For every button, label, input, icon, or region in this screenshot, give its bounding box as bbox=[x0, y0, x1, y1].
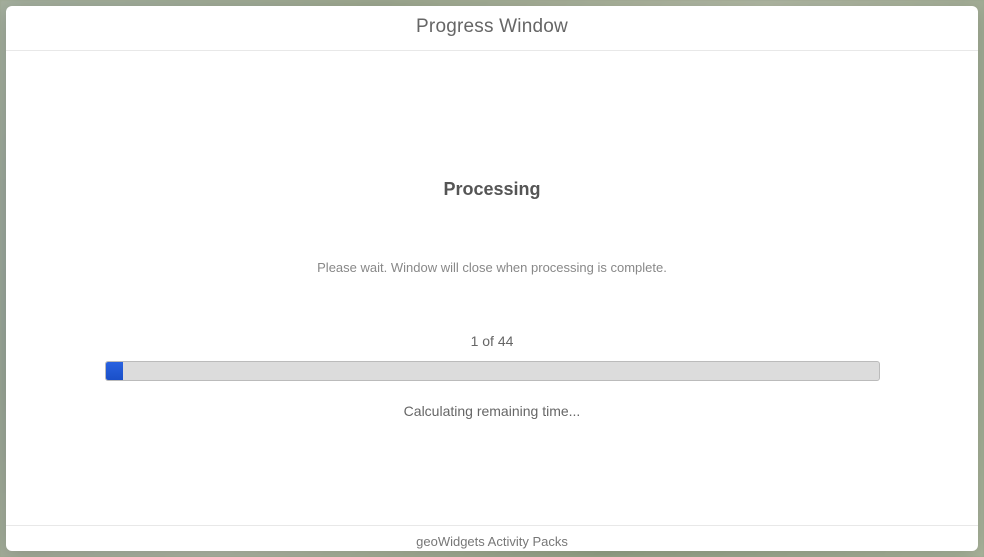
window-title: Progress Window bbox=[6, 16, 978, 38]
processing-heading: Processing bbox=[443, 179, 540, 200]
time-remaining: Calculating remaining time... bbox=[404, 403, 581, 419]
progress-bar-fill bbox=[106, 362, 124, 380]
modal-overlay: Progress Window Processing Please wait. … bbox=[0, 0, 984, 557]
progress-count: 1 of 44 bbox=[471, 333, 514, 349]
progress-window: Progress Window Processing Please wait. … bbox=[6, 6, 978, 551]
wait-message: Please wait. Window will close when proc… bbox=[317, 260, 667, 275]
footer-text: geoWidgets Activity Packs bbox=[6, 534, 978, 549]
progress-bar bbox=[105, 361, 880, 381]
window-body: Processing Please wait. Window will clos… bbox=[6, 51, 978, 525]
window-footer: geoWidgets Activity Packs bbox=[6, 525, 978, 551]
window-header: Progress Window bbox=[6, 6, 978, 51]
